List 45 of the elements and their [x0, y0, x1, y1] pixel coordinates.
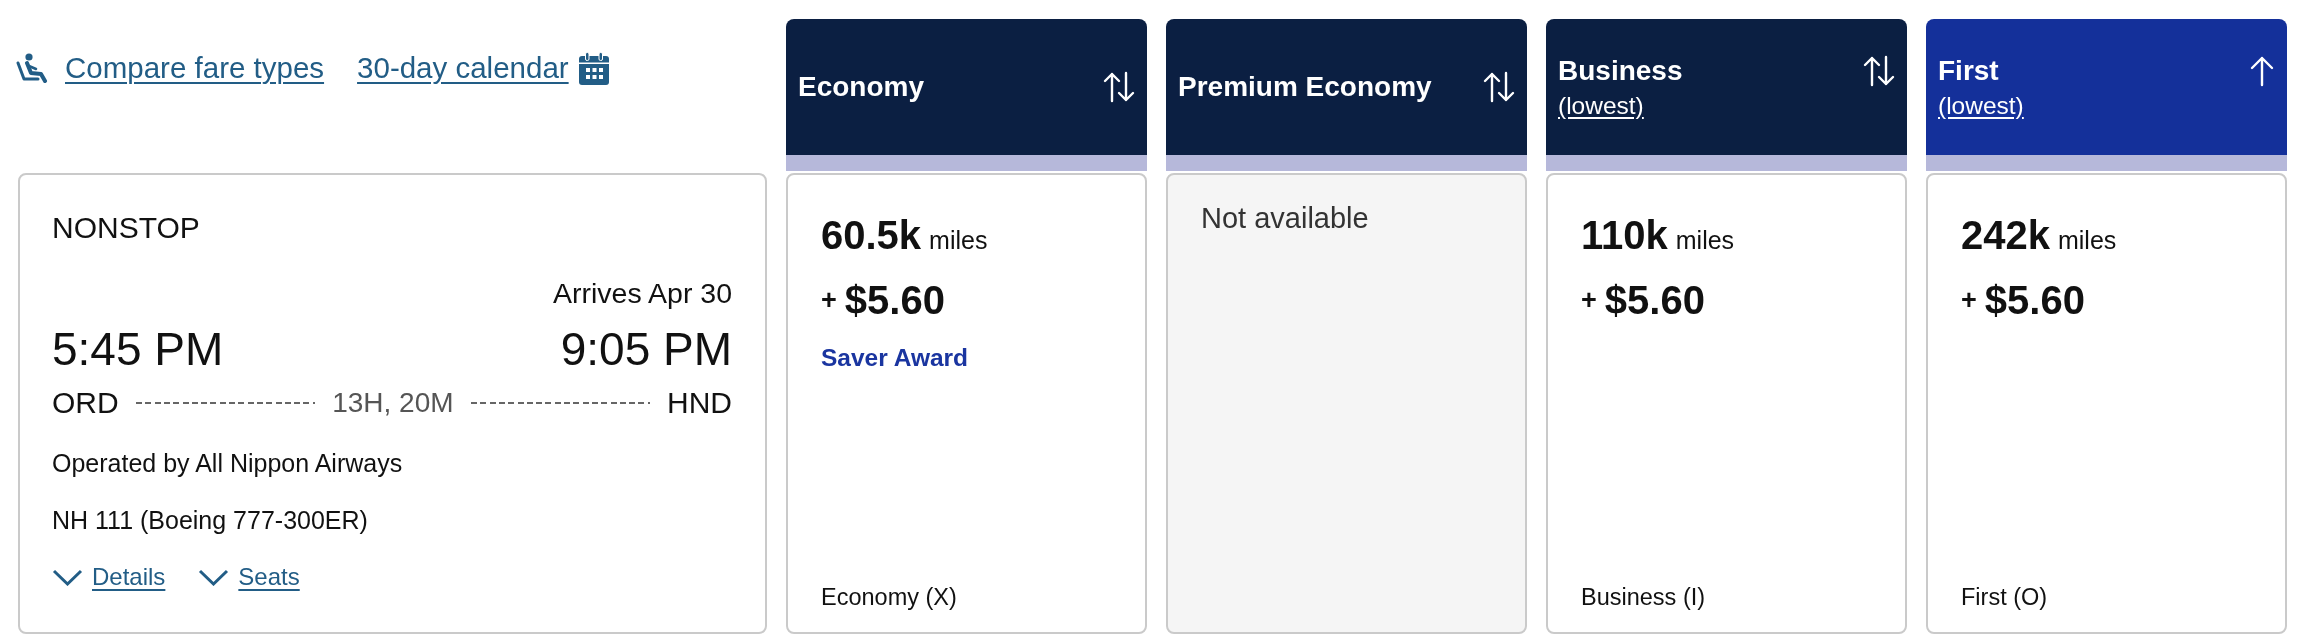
destination-code: HND: [667, 385, 732, 421]
lowest-link[interactable]: (lowest): [1938, 90, 2024, 121]
departure-time: 5:45 PM: [52, 322, 224, 376]
plus-sign: +: [1961, 285, 1977, 315]
column-title: Premium Economy: [1178, 70, 1432, 104]
fare-column-header[interactable]: Premium Economy: [1166, 19, 1527, 171]
arrival-time: 9:05 PM: [560, 322, 732, 376]
tax-amount: $5.60: [844, 277, 945, 324]
fare-column-header[interactable]: Business (lowest): [1546, 19, 1907, 171]
flight-duration: 13H, 20M: [332, 386, 454, 420]
fare-class: First (O): [1961, 583, 2048, 612]
arrival-date: Arrives Apr 30: [553, 276, 732, 310]
fare-card[interactable]: 110k miles + $5.60 Business (I): [1546, 173, 1907, 634]
operator-text: Operated by All Nippon Airways: [52, 448, 403, 478]
miles-unit: miles: [929, 225, 988, 255]
fare-card[interactable]: 242k miles + $5.60 First (O): [1926, 173, 2287, 634]
fare-class: Economy (X): [821, 583, 957, 612]
miles-amount: 60.5k: [821, 212, 922, 259]
origin-code: ORD: [52, 385, 119, 421]
award-type: Saver Award: [821, 343, 969, 373]
fare-card[interactable]: 60.5k miles + $5.60 Saver Award Economy (X): [786, 173, 1147, 634]
calendar-icon: [578, 51, 609, 85]
miles-unit: miles: [1675, 225, 1735, 255]
reclining-seat-icon: [16, 53, 50, 83]
column-title: Business: [1558, 53, 1683, 88]
flight-number: NH 111 (Boeing 777-300ER): [52, 505, 368, 535]
tax-amount: $5.60: [1604, 277, 1705, 324]
miles-unit: miles: [2058, 225, 2117, 255]
fare-column-header[interactable]: Economy: [786, 19, 1147, 171]
compare-fare-types-link[interactable]: Compare fare types: [16, 50, 325, 86]
fare-class: Business (I): [1581, 583, 1706, 612]
miles-amount: 242k: [1961, 212, 2050, 259]
plus-sign: +: [1581, 285, 1597, 315]
stops-label: NONSTOP: [52, 210, 200, 246]
lowest-link[interactable]: (lowest): [1558, 90, 1644, 121]
miles-amount: 110k: [1581, 212, 1668, 259]
fare-column-header[interactable]: First (lowest): [1926, 19, 2287, 171]
expand-link[interactable]: Details: [52, 562, 166, 592]
column-title: Economy: [798, 70, 925, 104]
calendar-link[interactable]: 30-day calendar: [357, 50, 609, 86]
tax-amount: $5.60: [1984, 277, 2085, 324]
expand-link[interactable]: Seats: [198, 562, 300, 592]
availability-message: Not available: [1201, 201, 1369, 236]
plus-sign: +: [821, 285, 837, 315]
column-title: First: [1938, 53, 1999, 88]
